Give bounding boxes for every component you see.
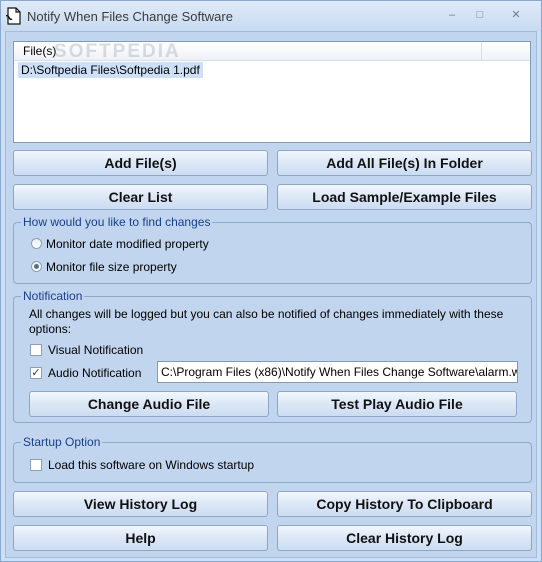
change-audio-file-button[interactable]: Change Audio File bbox=[29, 391, 269, 417]
monitor-date-label[interactable]: Monitor date modified property bbox=[46, 237, 209, 251]
file-list[interactable]: File(s) SOFTPEDIA D:\Softpedia Files\Sof… bbox=[13, 41, 531, 143]
minimize-button[interactable]: – bbox=[441, 7, 463, 23]
find-changes-group: How would you like to find changes Monit… bbox=[13, 215, 532, 284]
startup-option-group: Startup Option Load this software on Win… bbox=[13, 435, 532, 483]
add-files-button[interactable]: Add File(s) bbox=[13, 150, 268, 176]
clear-history-log-button[interactable]: Clear History Log bbox=[277, 525, 532, 551]
audio-notification-label[interactable]: Audio Notification bbox=[48, 366, 141, 380]
main-window: Notify When Files Change Software – □ ✕ … bbox=[0, 0, 542, 562]
list-item[interactable]: D:\Softpedia Files\Softpedia 1.pdf bbox=[18, 62, 203, 78]
startup-label[interactable]: Load this software on Windows startup bbox=[48, 458, 254, 472]
watermark: SOFTPEDIA bbox=[54, 41, 181, 62]
visual-notification-label[interactable]: Visual Notification bbox=[48, 343, 143, 357]
title-bar[interactable]: Notify When Files Change Software – □ ✕ bbox=[1, 1, 541, 31]
notification-legend: Notification bbox=[21, 289, 85, 303]
view-history-log-button[interactable]: View History Log bbox=[13, 491, 268, 517]
monitor-date-radio[interactable] bbox=[31, 238, 42, 249]
monitor-size-radio[interactable] bbox=[31, 261, 42, 272]
notification-group: Notification All changes will be logged … bbox=[13, 289, 532, 423]
test-play-audio-button[interactable]: Test Play Audio File bbox=[277, 391, 517, 417]
close-button[interactable]: ✕ bbox=[505, 7, 527, 23]
maximize-button[interactable]: □ bbox=[469, 7, 491, 23]
visual-notification-checkbox[interactable] bbox=[30, 344, 42, 356]
copy-history-button[interactable]: Copy History To Clipboard bbox=[277, 491, 532, 517]
clear-list-button[interactable]: Clear List bbox=[13, 184, 268, 210]
add-all-files-button[interactable]: Add All File(s) In Folder bbox=[277, 150, 532, 176]
client-area: File(s) SOFTPEDIA D:\Softpedia Files\Sof… bbox=[5, 31, 537, 558]
find-changes-legend: How would you like to find changes bbox=[21, 215, 213, 229]
monitor-size-label[interactable]: Monitor file size property bbox=[46, 260, 177, 274]
notification-description: All changes will be logged but you can a… bbox=[29, 307, 504, 336]
load-sample-files-button[interactable]: Load Sample/Example Files bbox=[277, 184, 532, 210]
window-title: Notify When Files Change Software bbox=[27, 9, 233, 24]
startup-checkbox[interactable] bbox=[30, 459, 42, 471]
app-document-icon bbox=[6, 7, 21, 25]
startup-option-legend: Startup Option bbox=[21, 435, 103, 449]
help-button[interactable]: Help bbox=[13, 525, 268, 551]
audio-file-path-input[interactable]: C:\Program Files (x86)\Notify When Files… bbox=[157, 361, 518, 383]
list-header: File(s) SOFTPEDIA bbox=[14, 41, 530, 62]
audio-notification-checkbox[interactable]: ✓ bbox=[30, 367, 42, 379]
